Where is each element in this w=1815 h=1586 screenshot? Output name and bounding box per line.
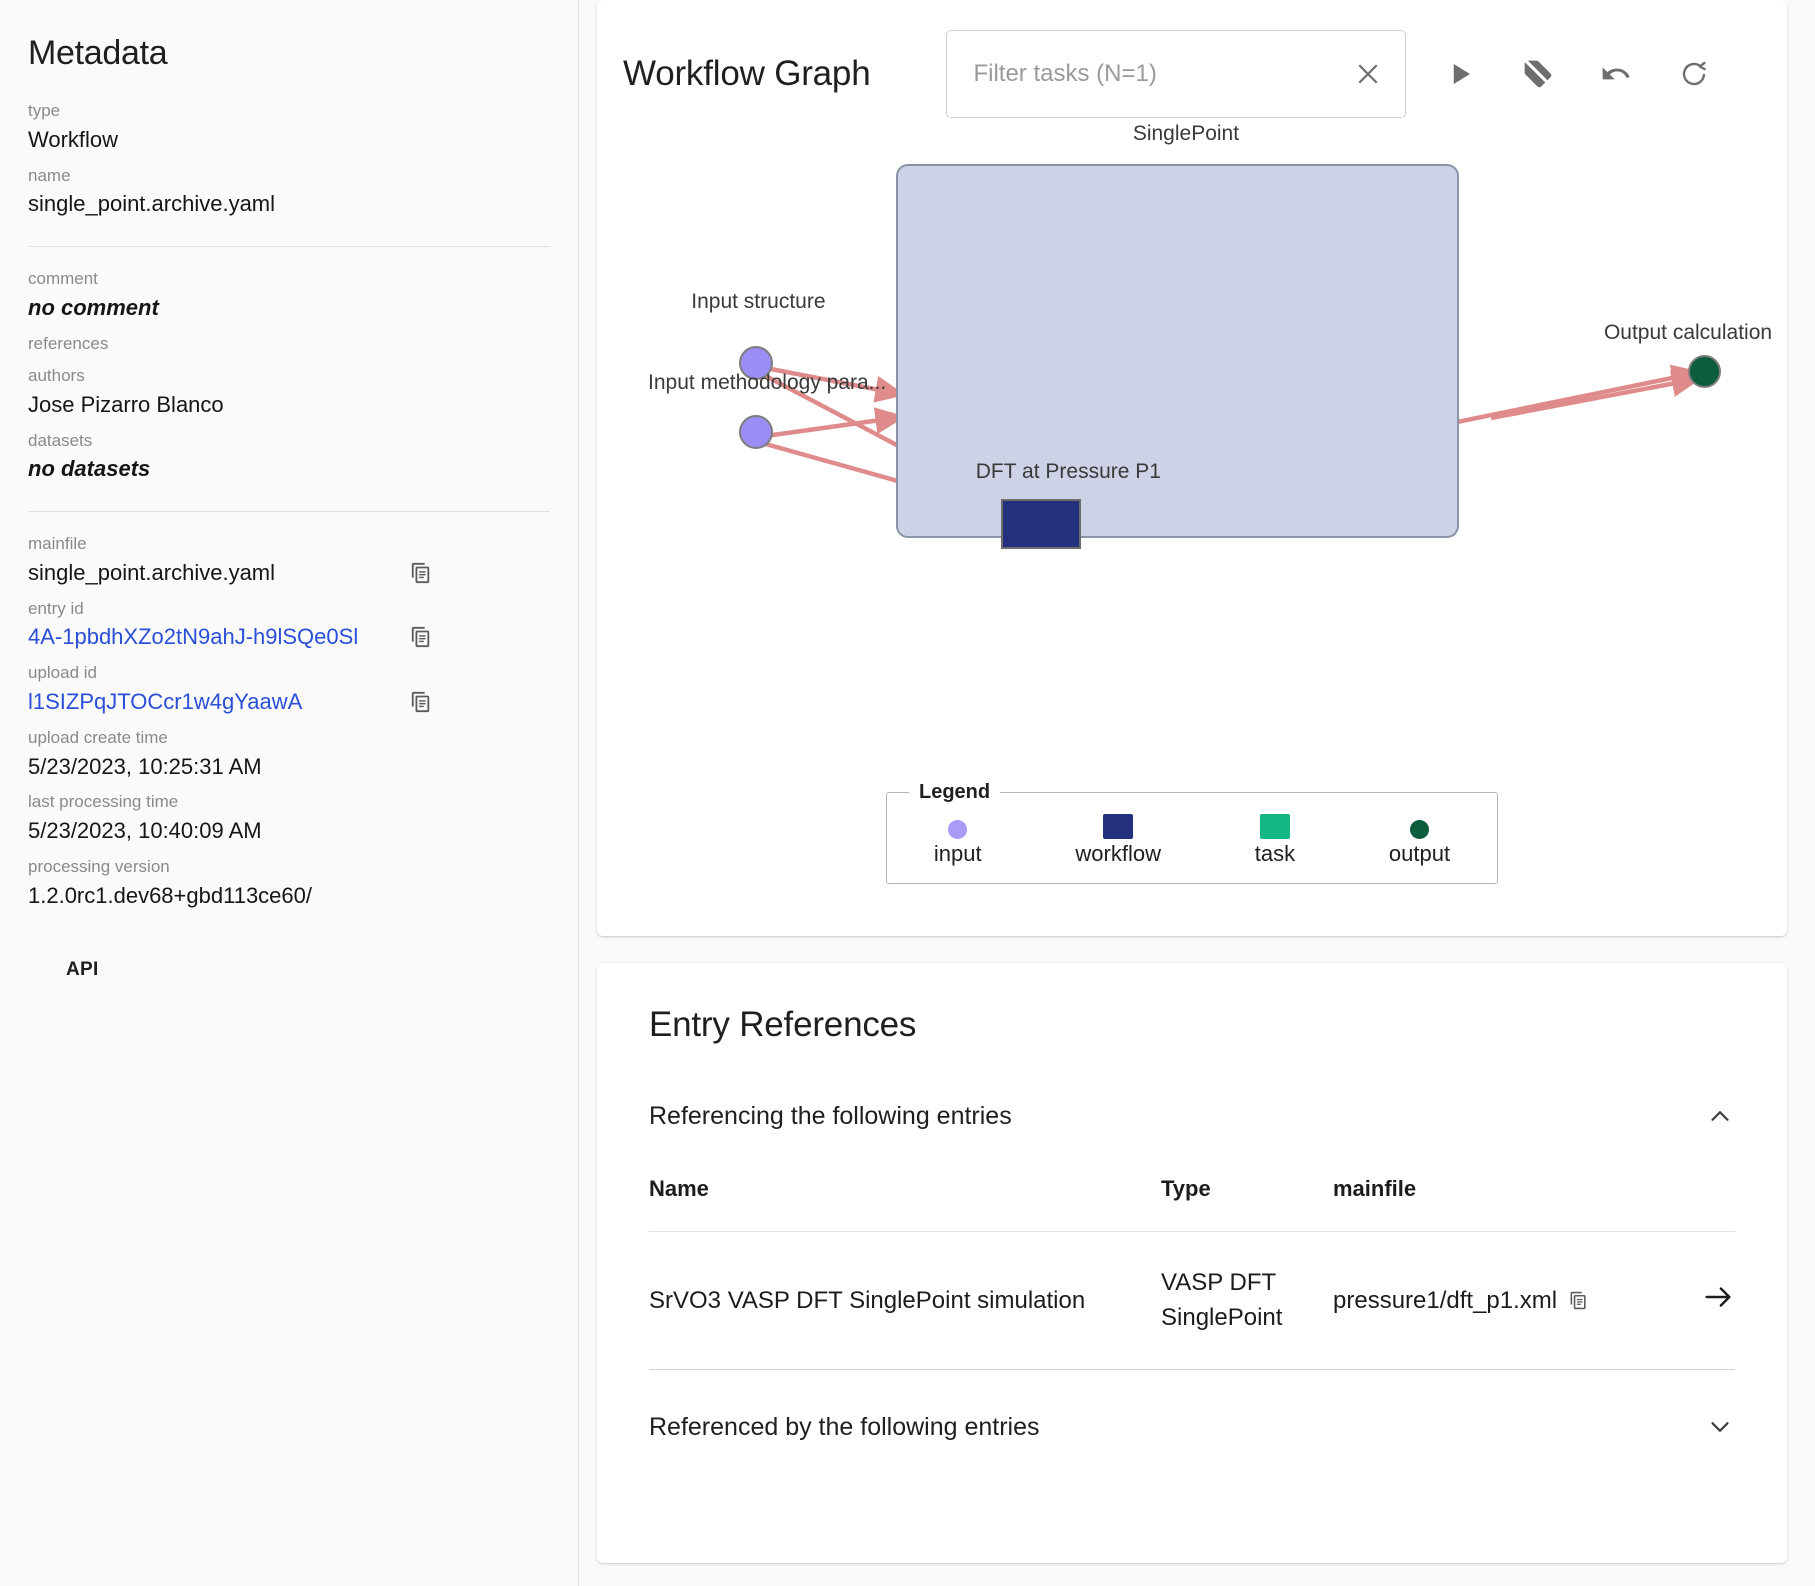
legend-swatch-workflow-icon [1103, 814, 1134, 839]
sidebar-divider-1 [28, 246, 550, 248]
graph-header: Workflow Graph [623, 0, 1761, 118]
workflow-graph-card: Workflow Graph Filter tasks (N=1) Single… [597, 0, 1787, 936]
referenced-by-accordion: Referenced by the following entries [625, 1404, 1759, 1450]
legend-swatch-task-icon [1259, 814, 1290, 839]
chevron-down-icon[interactable] [1705, 1412, 1735, 1442]
legend-item-workflow: workflow [1075, 814, 1161, 867]
cell-name: SrVO3 VASP DFT SinglePoint simulation [649, 1231, 1161, 1371]
legend-item-output: output [1389, 820, 1450, 867]
field-label-entry-id: entry id [28, 598, 84, 618]
legend-item-input: input [934, 820, 982, 867]
undo-icon[interactable] [1596, 54, 1636, 94]
field-label-comment: comment [28, 269, 98, 289]
legend-label-task: task [1254, 841, 1296, 866]
field-label-name: name [28, 165, 71, 185]
mainfile-cell-content: pressure1/dft_p1.xml [1333, 1287, 1645, 1315]
task-node[interactable] [1000, 498, 1081, 549]
clipboard-copy-icon[interactable] [1567, 1288, 1589, 1314]
referenced-by-accordion-header[interactable]: Referenced by the following entries [649, 1404, 1735, 1450]
field-value-entry-id[interactable]: 4A-1pbdhXZo2tN9ahJ-h9lSQe0Sl [28, 621, 358, 653]
cell-mainfile-text: pressure1/dft_p1.xml [1333, 1286, 1558, 1314]
arrow-right-icon[interactable] [1701, 1280, 1735, 1314]
field-value-name: single_point.archive.yaml [28, 191, 276, 217]
clipboard-copy-icon[interactable] [410, 560, 432, 586]
field-value-processing-version: 1.2.0rc1.dev68+gbd113ce60/ [28, 882, 312, 908]
referencing-accordion-header[interactable]: Referencing the following entries [649, 1093, 1735, 1139]
field-value-mainfile: single_point.archive.yaml [28, 559, 276, 585]
column-header-type: Type [1161, 1173, 1333, 1232]
graph-canvas[interactable]: SinglePoint Input structure Input method… [623, 118, 1772, 818]
task-node-label: DFT at Pressure P1 [975, 459, 1161, 483]
legend-item-task: task [1255, 814, 1295, 867]
field-label-type: type [28, 101, 61, 120]
field-value-upload-id[interactable]: l1SIZPqJTOCcr1w4gYaawA [28, 686, 302, 718]
api-button[interactable]: API [66, 959, 99, 981]
graph-title: Workflow Graph [623, 54, 871, 93]
field-label-last-processing-time: last processing time [28, 792, 179, 812]
referenced-by-accordion-label: Referenced by the following entries [649, 1412, 1040, 1441]
clipboard-copy-icon[interactable] [410, 689, 432, 715]
page-title: Metadata [28, 34, 168, 72]
main-content: Workflow Graph Filter tasks (N=1) Single… [579, 0, 1815, 1586]
input-methodology-node[interactable] [739, 414, 774, 449]
column-header-name: Name [649, 1173, 1161, 1232]
input-structure-label: Input structure [691, 290, 826, 314]
field-value-datasets: no datasets [28, 456, 151, 482]
chevron-up-icon[interactable] [1705, 1101, 1735, 1131]
entry-references-title: Entry References [649, 1005, 917, 1044]
cell-mainfile: pressure1/dft_p1.xml [1333, 1231, 1645, 1371]
clipboard-copy-icon[interactable] [410, 624, 432, 650]
cell-type: VASP DFT SinglePoint [1161, 1231, 1333, 1371]
app-root: Metadata type Workflow name single_point… [0, 0, 1815, 1586]
workflow-node-label: SinglePoint [1132, 121, 1240, 145]
upload-id-row: l1SIZPqJTOCcr1w4gYaawA [28, 686, 550, 718]
referencing-accordion-label: Referencing the following entries [649, 1101, 1012, 1130]
cell-action [1645, 1231, 1735, 1371]
references-table: Name Type mainfile SrVO3 VASP DFT Single… [649, 1173, 1735, 1371]
references-table-head: Name Type mainfile [649, 1173, 1735, 1232]
field-value-comment: no comment [28, 294, 159, 320]
column-header-mainfile: mainfile [1333, 1173, 1645, 1232]
field-label-upload-create-time: upload create time [28, 727, 168, 747]
field-label-upload-id: upload id [28, 663, 98, 683]
output-node-label: Output calculation [1603, 321, 1773, 344]
field-value-authors: Jose Pizarro Blanco [28, 391, 224, 417]
legend-title: Legend [919, 781, 991, 803]
restart-icon[interactable] [1674, 54, 1714, 94]
field-label-mainfile: mainfile [28, 534, 87, 554]
references-table-body: SrVO3 VASP DFT SinglePoint simulation VA… [649, 1231, 1735, 1371]
graph-toolbar [1440, 54, 1714, 94]
field-label-processing-version: processing version [28, 856, 170, 876]
sidebar-divider-2 [28, 511, 550, 513]
label-off-icon[interactable] [1518, 54, 1558, 94]
metadata-sidebar: Metadata type Workflow name single_point… [0, 0, 579, 1586]
legend-swatch-input-icon [948, 820, 968, 839]
entry-references-card: Entry References Referencing the followi… [597, 963, 1787, 1563]
field-label-references: references [28, 333, 109, 353]
input-methodology-label: Input methodology para... [648, 370, 887, 394]
legend-label-workflow: workflow [1075, 841, 1161, 866]
field-label-datasets: datasets [28, 430, 93, 450]
play-icon[interactable] [1440, 54, 1480, 94]
legend-fieldset: Legend input workflow task output [886, 781, 1498, 884]
field-value-type: Workflow [28, 126, 119, 152]
legend-label-output: output [1388, 841, 1451, 866]
field-label-authors: authors [28, 366, 85, 386]
legend-label-input: input [933, 841, 982, 866]
mainfile-row: single_point.archive.yaml [28, 557, 550, 589]
table-header-row: Name Type mainfile [649, 1173, 1735, 1232]
filter-tasks-input[interactable] [971, 59, 1350, 89]
graph-legend: Legend input workflow task output [886, 781, 1498, 884]
column-header-action [1645, 1173, 1735, 1232]
table-row[interactable]: SrVO3 VASP DFT SinglePoint simulation VA… [649, 1231, 1735, 1371]
field-value-upload-create-time: 5/23/2023, 10:25:31 AM [28, 753, 262, 779]
field-value-last-processing-time: 5/23/2023, 10:40:09 AM [28, 818, 262, 844]
close-icon[interactable] [1349, 59, 1387, 89]
entry-id-row: 4A-1pbdhXZo2tN9ahJ-h9lSQe0Sl [28, 621, 550, 653]
legend-items: input workflow task output [887, 814, 1497, 867]
api-section: API [28, 959, 550, 981]
referencing-accordion: Referencing the following entries Name T… [625, 1093, 1759, 1371]
legend-swatch-output-icon [1409, 820, 1429, 839]
filter-tasks-box [946, 30, 1407, 118]
